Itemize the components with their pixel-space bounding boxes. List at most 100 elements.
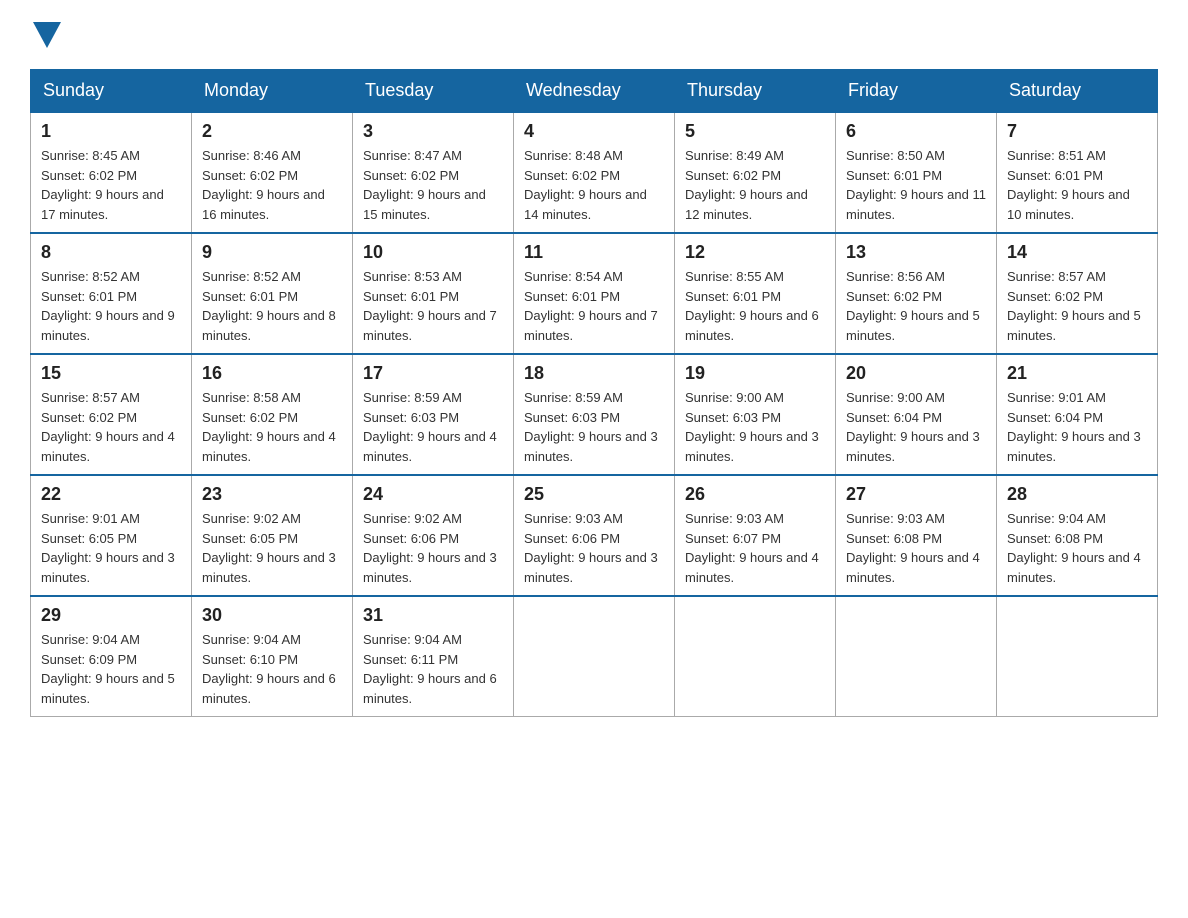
day-info: Sunrise: 8:47 AMSunset: 6:02 PMDaylight:…	[363, 146, 503, 224]
calendar-cell: 17 Sunrise: 8:59 AMSunset: 6:03 PMDayligh…	[353, 354, 514, 475]
week-row-3: 15 Sunrise: 8:57 AMSunset: 6:02 PMDayligh…	[31, 354, 1158, 475]
day-number: 31	[363, 605, 503, 626]
day-info: Sunrise: 9:03 AMSunset: 6:08 PMDaylight:…	[846, 509, 986, 587]
calendar-cell: 10Sunrise: 8:53 AMSunset: 6:01 PMDayligh…	[353, 233, 514, 354]
day-number: 29	[41, 605, 181, 626]
day-number: 2	[202, 121, 342, 142]
logo	[30, 20, 61, 49]
day-info: Sunrise: 8:49 AMSunset: 6:02 PMDaylight:…	[685, 146, 825, 224]
day-number: 22	[41, 484, 181, 505]
calendar-cell: 6 Sunrise: 8:50 AMSunset: 6:01 PMDaylight…	[836, 112, 997, 233]
day-info: Sunrise: 9:02 AMSunset: 6:06 PMDaylight:…	[363, 509, 503, 587]
calendar-cell: 9Sunrise: 8:52 AMSunset: 6:01 PMDaylight…	[192, 233, 353, 354]
day-info: Sunrise: 8:46 AMSunset: 6:02 PMDaylight:…	[202, 146, 342, 224]
day-number: 3	[363, 121, 503, 142]
calendar-cell: 12 Sunrise: 8:55 AMSunset: 6:01 PMDayligh…	[675, 233, 836, 354]
day-info: Sunrise: 9:00 AMSunset: 6:04 PMDaylight:…	[846, 388, 986, 466]
day-info: Sunrise: 9:04 AMSunset: 6:08 PMDaylight:…	[1007, 509, 1147, 587]
calendar-cell: 1 Sunrise: 8:45 AMSunset: 6:02 PMDaylight…	[31, 112, 192, 233]
calendar-cell: 25 Sunrise: 9:03 AMSunset: 6:06 PMDayligh…	[514, 475, 675, 596]
day-info: Sunrise: 9:04 AMSunset: 6:10 PMDaylight:…	[202, 630, 342, 708]
calendar-cell: 29 Sunrise: 9:04 AMSunset: 6:09 PMDayligh…	[31, 596, 192, 717]
day-info: Sunrise: 8:59 AMSunset: 6:03 PMDaylight:…	[524, 388, 664, 466]
day-number: 1	[41, 121, 181, 142]
day-number: 25	[524, 484, 664, 505]
day-number: 20	[846, 363, 986, 384]
day-number: 17	[363, 363, 503, 384]
weekday-header-wednesday: Wednesday	[514, 70, 675, 113]
weekday-header-sunday: Sunday	[31, 70, 192, 113]
day-info: Sunrise: 8:57 AMSunset: 6:02 PMDaylight:…	[41, 388, 181, 466]
page-header	[30, 20, 1158, 49]
calendar-cell: 13Sunrise: 8:56 AMSunset: 6:02 PMDayligh…	[836, 233, 997, 354]
day-info: Sunrise: 9:01 AMSunset: 6:05 PMDaylight:…	[41, 509, 181, 587]
calendar-cell	[514, 596, 675, 717]
day-info: Sunrise: 8:59 AMSunset: 6:03 PMDaylight:…	[363, 388, 503, 466]
day-number: 24	[363, 484, 503, 505]
week-row-1: 1 Sunrise: 8:45 AMSunset: 6:02 PMDaylight…	[31, 112, 1158, 233]
day-info: Sunrise: 8:52 AMSunset: 6:01 PMDaylight:…	[202, 267, 342, 345]
week-row-2: 8 Sunrise: 8:52 AMSunset: 6:01 PMDaylight…	[31, 233, 1158, 354]
calendar-cell: 18Sunrise: 8:59 AMSunset: 6:03 PMDayligh…	[514, 354, 675, 475]
week-row-5: 29 Sunrise: 9:04 AMSunset: 6:09 PMDayligh…	[31, 596, 1158, 717]
day-info: Sunrise: 8:45 AMSunset: 6:02 PMDaylight:…	[41, 146, 181, 224]
day-info: Sunrise: 8:50 AMSunset: 6:01 PMDaylight:…	[846, 146, 986, 224]
calendar-cell: 5 Sunrise: 8:49 AMSunset: 6:02 PMDaylight…	[675, 112, 836, 233]
day-info: Sunrise: 8:54 AMSunset: 6:01 PMDaylight:…	[524, 267, 664, 345]
day-info: Sunrise: 8:53 AMSunset: 6:01 PMDaylight:…	[363, 267, 503, 345]
day-info: Sunrise: 8:57 AMSunset: 6:02 PMDaylight:…	[1007, 267, 1147, 345]
weekday-header-tuesday: Tuesday	[353, 70, 514, 113]
calendar-cell: 31 Sunrise: 9:04 AMSunset: 6:11 PMDayligh…	[353, 596, 514, 717]
weekday-header-row: SundayMondayTuesdayWednesdayThursdayFrid…	[31, 70, 1158, 113]
week-row-4: 22 Sunrise: 9:01 AMSunset: 6:05 PMDayligh…	[31, 475, 1158, 596]
calendar-cell: 15 Sunrise: 8:57 AMSunset: 6:02 PMDayligh…	[31, 354, 192, 475]
day-number: 14	[1007, 242, 1147, 263]
calendar-cell	[997, 596, 1158, 717]
calendar-cell: 24 Sunrise: 9:02 AMSunset: 6:06 PMDayligh…	[353, 475, 514, 596]
calendar-cell: 23 Sunrise: 9:02 AMSunset: 6:05 PMDayligh…	[192, 475, 353, 596]
day-number: 28	[1007, 484, 1147, 505]
calendar-cell: 28 Sunrise: 9:04 AMSunset: 6:08 PMDayligh…	[997, 475, 1158, 596]
day-number: 11	[524, 242, 664, 263]
calendar-cell: 3 Sunrise: 8:47 AMSunset: 6:02 PMDaylight…	[353, 112, 514, 233]
weekday-header-friday: Friday	[836, 70, 997, 113]
calendar-cell: 20 Sunrise: 9:00 AMSunset: 6:04 PMDayligh…	[836, 354, 997, 475]
day-info: Sunrise: 9:03 AMSunset: 6:07 PMDaylight:…	[685, 509, 825, 587]
day-info: Sunrise: 9:02 AMSunset: 6:05 PMDaylight:…	[202, 509, 342, 587]
day-info: Sunrise: 8:48 AMSunset: 6:02 PMDaylight:…	[524, 146, 664, 224]
day-number: 23	[202, 484, 342, 505]
day-number: 26	[685, 484, 825, 505]
day-info: Sunrise: 9:04 AMSunset: 6:09 PMDaylight:…	[41, 630, 181, 708]
weekday-header-monday: Monday	[192, 70, 353, 113]
day-number: 12	[685, 242, 825, 263]
day-info: Sunrise: 8:56 AMSunset: 6:02 PMDaylight:…	[846, 267, 986, 345]
day-number: 15	[41, 363, 181, 384]
day-number: 4	[524, 121, 664, 142]
weekday-header-saturday: Saturday	[997, 70, 1158, 113]
calendar-cell: 14 Sunrise: 8:57 AMSunset: 6:02 PMDayligh…	[997, 233, 1158, 354]
calendar-cell: 22 Sunrise: 9:01 AMSunset: 6:05 PMDayligh…	[31, 475, 192, 596]
day-number: 5	[685, 121, 825, 142]
day-number: 30	[202, 605, 342, 626]
day-info: Sunrise: 9:03 AMSunset: 6:06 PMDaylight:…	[524, 509, 664, 587]
day-number: 6	[846, 121, 986, 142]
calendar-table: SundayMondayTuesdayWednesdayThursdayFrid…	[30, 69, 1158, 717]
calendar-cell: 21 Sunrise: 9:01 AMSunset: 6:04 PMDayligh…	[997, 354, 1158, 475]
logo-arrow-icon	[33, 22, 61, 48]
day-number: 21	[1007, 363, 1147, 384]
calendar-cell	[675, 596, 836, 717]
calendar-cell: 16Sunrise: 8:58 AMSunset: 6:02 PMDayligh…	[192, 354, 353, 475]
calendar-cell: 8 Sunrise: 8:52 AMSunset: 6:01 PMDaylight…	[31, 233, 192, 354]
day-info: Sunrise: 9:00 AMSunset: 6:03 PMDaylight:…	[685, 388, 825, 466]
calendar-cell: 30 Sunrise: 9:04 AMSunset: 6:10 PMDayligh…	[192, 596, 353, 717]
calendar-cell: 11 Sunrise: 8:54 AMSunset: 6:01 PMDayligh…	[514, 233, 675, 354]
calendar-cell: 2 Sunrise: 8:46 AMSunset: 6:02 PMDaylight…	[192, 112, 353, 233]
day-number: 7	[1007, 121, 1147, 142]
day-number: 8	[41, 242, 181, 263]
day-info: Sunrise: 9:01 AMSunset: 6:04 PMDaylight:…	[1007, 388, 1147, 466]
day-info: Sunrise: 8:52 AMSunset: 6:01 PMDaylight:…	[41, 267, 181, 345]
day-info: Sunrise: 8:55 AMSunset: 6:01 PMDaylight:…	[685, 267, 825, 345]
day-number: 16	[202, 363, 342, 384]
calendar-cell: 4 Sunrise: 8:48 AMSunset: 6:02 PMDaylight…	[514, 112, 675, 233]
day-info: Sunrise: 9:04 AMSunset: 6:11 PMDaylight:…	[363, 630, 503, 708]
